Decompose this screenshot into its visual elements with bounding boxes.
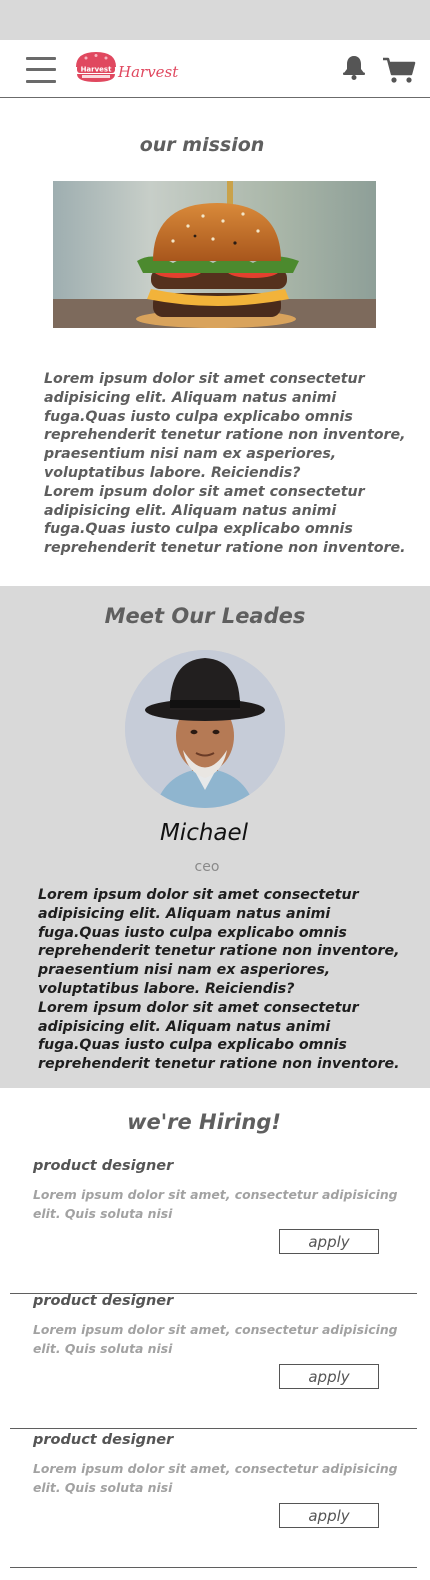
job-title: product designer	[33, 1432, 174, 1448]
logo-text: Harvest	[81, 66, 113, 74]
job-title: product designer	[33, 1293, 174, 1309]
leader-role: ceo	[194, 859, 220, 875]
leaders-title: Meet Our Leades	[104, 604, 306, 628]
app-header: Harvest Harvest	[0, 40, 430, 98]
job-description: Lorem ipsum dolor sit amet, consectetur …	[33, 1322, 398, 1356]
job-description: Lorem ipsum dolor sit amet, consectetur …	[33, 1187, 398, 1221]
status-bar-area	[0, 0, 430, 40]
bell-icon[interactable]	[342, 54, 366, 82]
job-description: Lorem ipsum dolor sit amet, consectetur …	[33, 1461, 398, 1495]
job-listing: product designer Lorem ipsum dolor sit a…	[10, 1158, 417, 1294]
apply-button[interactable]: apply	[279, 1503, 379, 1528]
hiring-title: we're Hiring!	[127, 1110, 281, 1134]
job-listing: product designer Lorem ipsum dolor sit a…	[10, 1432, 417, 1568]
job-listing: product designer Lorem ipsum dolor sit a…	[10, 1293, 417, 1429]
burger-hero-image	[53, 181, 376, 328]
apply-button[interactable]: apply	[279, 1364, 379, 1389]
leader-avatar	[125, 650, 285, 808]
leader-bio: Lorem ipsum dolor sit amet consectetur a…	[38, 887, 400, 1073]
hamburger-menu-icon[interactable]	[26, 57, 56, 83]
job-title: product designer	[33, 1158, 174, 1174]
harvest-logo[interactable]: Harvest	[74, 50, 118, 84]
apply-button[interactable]: apply	[279, 1229, 379, 1254]
mission-paragraph: Lorem ipsum dolor sit amet consectetur a…	[44, 371, 406, 557]
mission-title: our mission	[139, 134, 265, 156]
leader-name: Michael	[159, 820, 249, 846]
shopping-cart-icon[interactable]	[382, 56, 416, 84]
brand-name[interactable]: Harvest	[118, 63, 178, 81]
